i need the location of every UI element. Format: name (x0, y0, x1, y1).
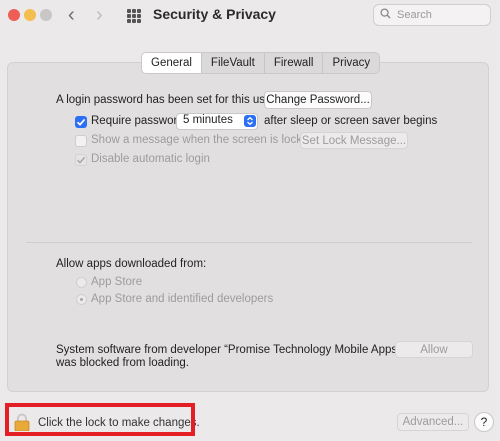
require-password-checkbox[interactable] (75, 116, 87, 128)
disable-auto-login-checkbox[interactable] (75, 154, 87, 166)
radio-identified-developers[interactable] (76, 294, 87, 305)
show-message-label: Show a message when the screen is locked (91, 134, 315, 146)
radio-app-store-label: App Store (91, 276, 143, 288)
section-divider (26, 242, 472, 243)
show-all-grid-icon[interactable] (127, 9, 141, 23)
allow-button[interactable]: Allow (395, 341, 473, 358)
title-bar: ‹ › Security & Privacy Search (0, 0, 500, 36)
login-password-text: A login password has been set for this u… (56, 94, 276, 106)
after-sleep-text: after sleep or screen saver begins (264, 115, 438, 127)
help-button[interactable]: ? (474, 412, 494, 432)
radio-identified-developers-label: App Store and identified developers (91, 293, 274, 305)
back-arrow-icon[interactable]: ‹ (68, 5, 75, 25)
require-password-label: Require password (91, 115, 184, 127)
close-window-button[interactable] (8, 9, 20, 21)
tab-privacy[interactable]: Privacy (322, 53, 379, 73)
disable-auto-login-label: Disable automatic login (91, 153, 210, 165)
forward-arrow-icon[interactable]: › (96, 5, 103, 25)
tab-firewall[interactable]: Firewall (263, 53, 323, 73)
tab-general[interactable]: General (142, 53, 201, 73)
highlight-box (5, 403, 195, 436)
blocked-software-text: System software from developer “Promise … (56, 344, 401, 356)
checkmark-icon (76, 156, 86, 164)
blocked-software-text-2: was blocked from loading. (56, 357, 189, 369)
search-placeholder: Search (397, 9, 432, 21)
allow-apps-heading: Allow apps downloaded from: (56, 258, 207, 270)
minimize-window-button[interactable] (24, 9, 36, 21)
zoom-window-button[interactable] (40, 9, 52, 21)
checkmark-icon (76, 118, 86, 126)
advanced-button[interactable]: Advanced... (397, 413, 469, 431)
require-password-value: 5 minutes (183, 114, 233, 126)
tab-bar: General FileVault Firewall Privacy (141, 52, 381, 74)
set-lock-message-button[interactable]: Set Lock Message... (300, 132, 408, 149)
search-icon (380, 8, 391, 19)
select-arrows-icon (244, 115, 256, 127)
tab-filevault[interactable]: FileVault (200, 53, 264, 73)
radio-app-store[interactable] (76, 277, 87, 288)
show-message-checkbox[interactable] (75, 135, 87, 147)
change-password-button[interactable]: Change Password... (264, 91, 372, 109)
window-title: Security & Privacy (153, 6, 276, 22)
